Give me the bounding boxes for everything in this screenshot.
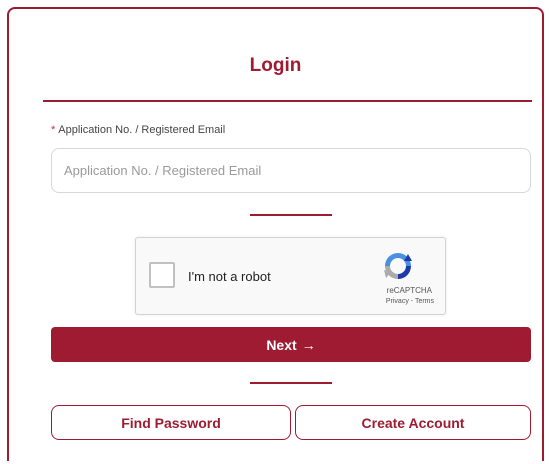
recaptcha-links: Privacy - Terms bbox=[386, 298, 434, 305]
title-divider bbox=[43, 100, 532, 102]
recaptcha-widget: I'm not a robot reCAPTCHA Privacy - Term… bbox=[135, 237, 446, 315]
create-account-button[interactable]: Create Account bbox=[295, 405, 531, 440]
arrow-right-icon: → bbox=[301, 336, 316, 353]
application-field-label-text: Application No. / Registered Email bbox=[58, 124, 226, 136]
recaptcha-terms-link[interactable]: Terms bbox=[415, 298, 434, 305]
recaptcha-brand: reCAPTCHA bbox=[386, 286, 432, 295]
recaptcha-logo-icon bbox=[384, 253, 412, 279]
recaptcha-checkbox-label: I'm not a robot bbox=[188, 269, 271, 284]
recaptcha-privacy-link[interactable]: Privacy bbox=[386, 298, 409, 305]
section-divider-bottom bbox=[250, 382, 332, 384]
page-title: Login bbox=[249, 55, 302, 76]
next-button[interactable]: Next → bbox=[51, 327, 531, 362]
login-card: Login * Application No. / Registered Emai… bbox=[7, 7, 544, 461]
recaptcha-checkbox[interactable] bbox=[149, 262, 175, 288]
next-button-label: Next bbox=[266, 336, 297, 353]
required-marker: * bbox=[51, 124, 56, 136]
application-email-input[interactable] bbox=[51, 148, 531, 193]
application-field-label: * Application No. / Registered Email bbox=[51, 124, 225, 136]
section-divider-top bbox=[250, 214, 332, 216]
find-password-button[interactable]: Find Password bbox=[51, 405, 291, 440]
